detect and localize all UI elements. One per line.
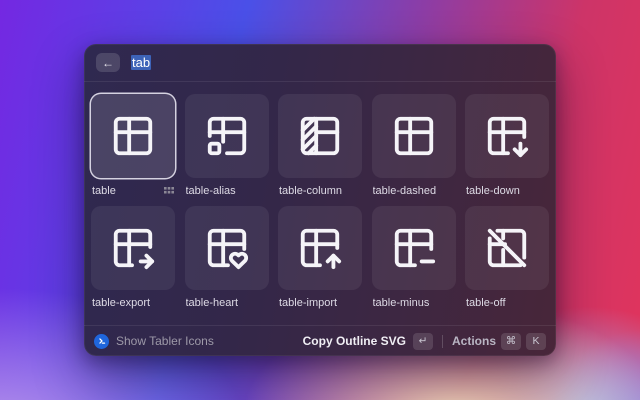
icon-label: table-minus	[373, 297, 430, 309]
icon-cell[interactable]	[185, 94, 269, 178]
search-query-text: tab	[131, 55, 151, 70]
footer-bar: Show Tabler Icons Copy Outline SVG ↵ Act…	[84, 325, 556, 356]
icon-result-table-minus[interactable]: table-minus	[372, 206, 456, 310]
icon-label: table-dashed	[373, 185, 437, 197]
icon-result-table-dashed[interactable]: table-dashed	[372, 94, 456, 198]
table-alias-icon	[204, 113, 250, 159]
primary-action-label: Copy Outline SVG	[303, 334, 406, 348]
return-key-badge: ↵	[413, 333, 433, 350]
icon-result-table-import[interactable]: table-import	[278, 206, 362, 310]
table-minus-icon	[391, 225, 437, 271]
k-key-badge: K	[526, 333, 546, 350]
tabler-logo-icon	[94, 334, 109, 349]
icon-cell[interactable]	[465, 206, 549, 290]
footer-divider	[442, 335, 443, 348]
cmd-key-badge: ⌘	[501, 333, 521, 350]
icon-result-table-export[interactable]: table-export	[91, 206, 175, 310]
icon-result-table-column[interactable]: table-column	[278, 94, 362, 198]
icon-result-table-alias[interactable]: table-alias	[185, 94, 269, 198]
primary-action[interactable]: Copy Outline SVG ↵	[303, 333, 433, 350]
icon-label: table-off	[466, 297, 506, 309]
app-label: Show Tabler Icons	[116, 334, 214, 348]
icon-result-table-off[interactable]: table-off	[465, 206, 549, 310]
icon-label: table-heart	[186, 297, 239, 309]
icon-grid: table table-alias table-column table-dashed…	[84, 82, 556, 310]
icon-result-table-heart[interactable]: table-heart	[185, 206, 269, 310]
raycast-window: ← tab table table-alias table-column table-…	[84, 44, 556, 356]
icon-cell[interactable]	[91, 206, 175, 290]
actions-label: Actions	[452, 334, 496, 348]
table-import-icon	[297, 225, 343, 271]
icon-label: table-column	[279, 185, 342, 197]
icon-result-table[interactable]: table	[91, 94, 175, 198]
icon-result-table-down[interactable]: table-down	[465, 94, 549, 198]
table-dashed-icon	[391, 113, 437, 159]
icon-cell[interactable]	[185, 206, 269, 290]
icon-label: table-alias	[186, 185, 236, 197]
table-icon	[110, 113, 156, 159]
icon-cell[interactable]	[465, 94, 549, 178]
app-chip: Show Tabler Icons	[94, 334, 214, 349]
arrow-left-icon: ←	[102, 56, 114, 70]
table-heart-icon	[204, 225, 250, 271]
actions-menu-button[interactable]: Actions ⌘ K	[452, 333, 546, 350]
search-input[interactable]: tab	[131, 54, 151, 72]
table-export-icon	[110, 225, 156, 271]
icon-cell[interactable]	[91, 94, 175, 178]
table-off-icon	[484, 225, 530, 271]
table-down-icon	[484, 113, 530, 159]
grid-indicator-icon	[164, 187, 174, 194]
icon-cell[interactable]	[372, 206, 456, 290]
icon-label: table-export	[92, 297, 150, 309]
search-bar[interactable]: ← tab	[84, 44, 556, 82]
icon-label: table-down	[466, 185, 520, 197]
icon-label: table	[92, 185, 116, 197]
icon-cell[interactable]	[278, 94, 362, 178]
icon-cell[interactable]	[278, 206, 362, 290]
icon-label: table-import	[279, 297, 337, 309]
icon-cell[interactable]	[372, 94, 456, 178]
back-button[interactable]: ←	[96, 53, 120, 72]
table-column-icon	[297, 113, 343, 159]
